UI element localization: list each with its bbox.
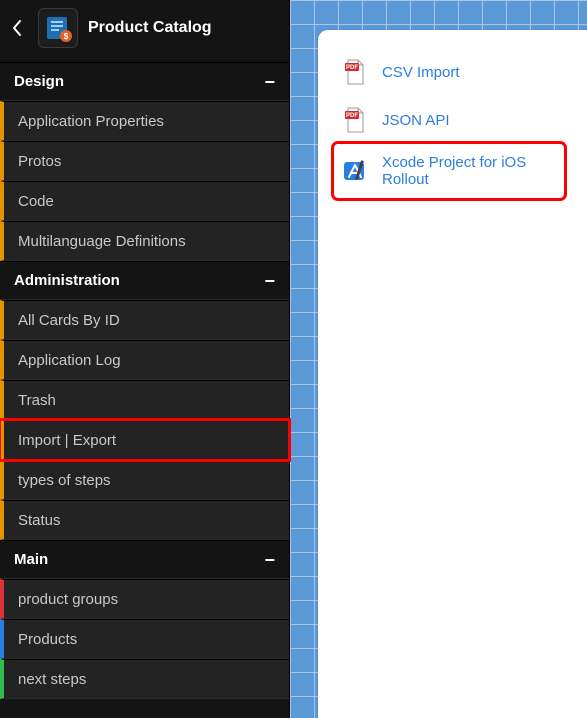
sidebar-item-product-groups[interactable]: product groups xyxy=(0,579,289,619)
collapse-icon: − xyxy=(264,276,275,286)
chevron-left-icon xyxy=(12,20,22,36)
sidebar-item-multilanguage-definitions[interactable]: Multilanguage Definitions xyxy=(0,221,289,261)
svg-text:PDF: PDF xyxy=(346,65,358,71)
option-label: Xcode Project for iOS Rollout xyxy=(382,154,556,188)
sidebar-item-import-export[interactable]: Import | Export xyxy=(0,420,289,460)
option-csv-import[interactable]: PDF CSV Import xyxy=(334,48,564,96)
pdf-icon: PDF xyxy=(342,58,368,86)
section-label: Design xyxy=(14,73,64,90)
sidebar-item-application-log[interactable]: Application Log xyxy=(0,340,289,380)
option-label: CSV Import xyxy=(382,64,460,81)
sidebar-item-status[interactable]: Status xyxy=(0,500,289,540)
import-export-panel: PDF CSV Import PDF JSON API xyxy=(318,30,587,718)
collapse-icon: − xyxy=(264,77,275,87)
section-header-design[interactable]: Design − xyxy=(0,62,289,101)
catalog-icon: $ xyxy=(44,14,72,42)
workspace: PDF CSV Import PDF JSON API xyxy=(290,0,587,718)
sidebar-item-application-properties[interactable]: Application Properties xyxy=(0,101,289,141)
sidebar-item-protos[interactable]: Protos xyxy=(0,141,289,181)
pdf-icon: PDF xyxy=(342,106,368,134)
sidebar-item-next-steps[interactable]: next steps xyxy=(0,659,289,699)
xcode-icon xyxy=(342,157,368,185)
option-xcode-project[interactable]: Xcode Project for iOS Rollout xyxy=(334,144,564,198)
section-header-main[interactable]: Main − xyxy=(0,540,289,579)
sidebar-item-types-of-steps[interactable]: types of steps xyxy=(0,460,289,500)
sidebar: $ Product Catalog Design − Application P… xyxy=(0,0,290,718)
sidebar-header: $ Product Catalog xyxy=(0,0,289,62)
back-button[interactable] xyxy=(6,13,28,43)
sidebar-item-code[interactable]: Code xyxy=(0,181,289,221)
sidebar-item-all-cards-by-id[interactable]: All Cards By ID xyxy=(0,300,289,340)
option-label: JSON API xyxy=(382,112,450,129)
section-label: Administration xyxy=(14,272,120,289)
svg-text:$: $ xyxy=(64,32,69,41)
app-icon: $ xyxy=(38,8,78,48)
section-header-administration[interactable]: Administration − xyxy=(0,261,289,300)
option-json-api[interactable]: PDF JSON API xyxy=(334,96,564,144)
app-title: Product Catalog xyxy=(88,19,212,37)
sidebar-item-trash[interactable]: Trash xyxy=(0,380,289,420)
sidebar-item-products[interactable]: Products xyxy=(0,619,289,659)
collapse-icon: − xyxy=(264,555,275,565)
section-label: Main xyxy=(14,551,48,568)
svg-text:PDF: PDF xyxy=(346,113,358,119)
